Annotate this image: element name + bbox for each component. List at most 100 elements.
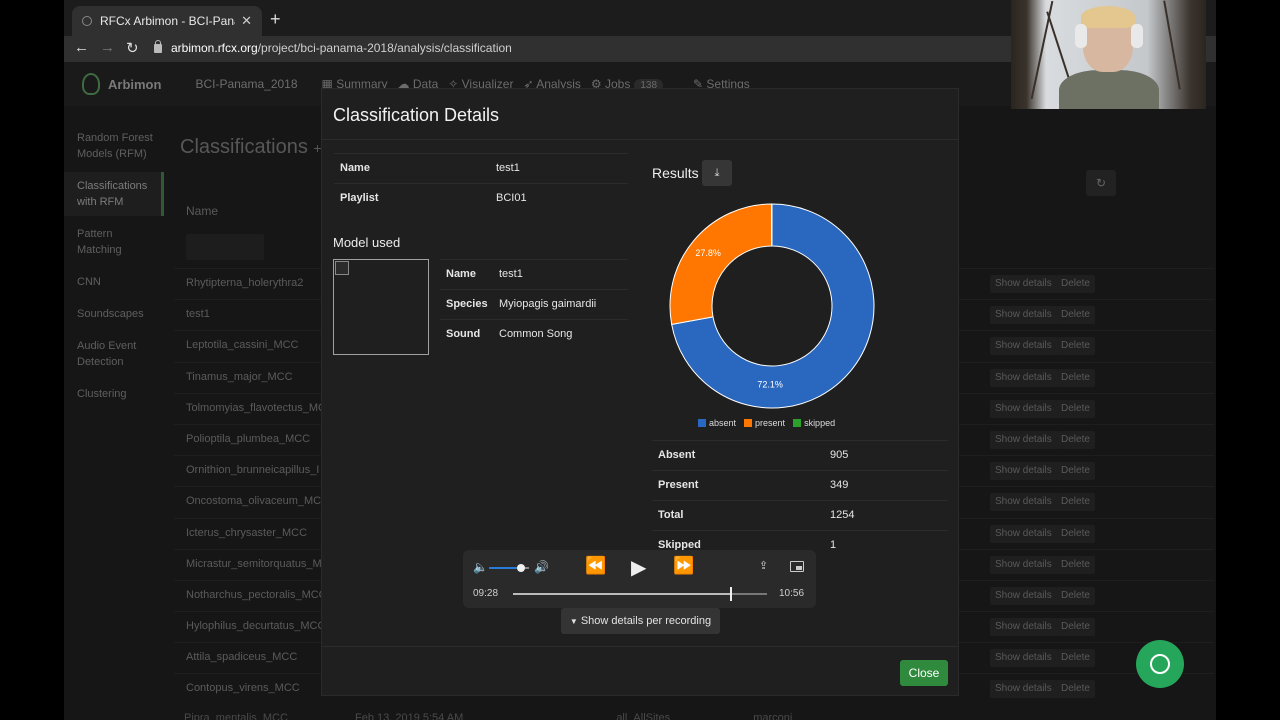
delete-button[interactable]: Delete	[1056, 555, 1095, 574]
fast-forward-icon[interactable]: ⏩	[673, 556, 694, 576]
refresh-icon: ↻	[1095, 176, 1107, 190]
delete-button[interactable]: Delete	[1056, 649, 1095, 668]
play-icon[interactable]: ▶	[631, 555, 646, 580]
download-results-button[interactable]: ⤓	[702, 160, 732, 186]
model-row-species: Species Myiopagis gaimardii	[440, 289, 628, 319]
legend-swatch	[698, 419, 706, 427]
lock-icon	[154, 39, 162, 53]
model-label: Species	[446, 298, 488, 310]
result-row-absent: Absent 905	[652, 440, 948, 470]
show-details-button[interactable]: Show details	[990, 680, 1057, 699]
delete-button[interactable]: Delete	[1056, 586, 1095, 605]
webcam-overlay	[1011, 0, 1206, 109]
seek-knob[interactable]	[730, 587, 733, 601]
show-details-button[interactable]: Show details	[990, 430, 1057, 449]
legend-swatch	[793, 419, 802, 427]
show-details-per-recording-button[interactable]: ▼ Show details per recording	[561, 608, 720, 634]
model-label: Sound	[446, 328, 481, 340]
result-row-present: Present 349	[652, 470, 948, 500]
show-details-button[interactable]: Show details	[990, 586, 1057, 605]
help-chat-button[interactable]	[1136, 640, 1184, 688]
row-name: Attila_spadiceus_MCC	[186, 651, 298, 664]
project-name[interactable]: BCI-Panama_2018	[195, 77, 297, 91]
reload-icon[interactable]: ↻	[126, 39, 139, 57]
show-details-button[interactable]: Show details	[990, 399, 1057, 418]
show-details-button[interactable]: Show details	[990, 649, 1057, 668]
legend-swatch	[744, 419, 753, 427]
close-button[interactable]: Close	[900, 660, 948, 686]
per-recording-label: Show details per recording	[580, 615, 712, 627]
delete-button[interactable]: Delete	[1056, 399, 1095, 418]
result-row-total: Total 1254	[652, 500, 948, 530]
model-value: Common Song	[499, 328, 573, 340]
refresh-button[interactable]: ↻	[1086, 170, 1116, 196]
sidebar-item-audio-event-detection[interactable]: Audio Event Detection	[64, 332, 164, 376]
sidebar-item-classifications[interactable]: Classifications with RFM	[64, 172, 164, 216]
delete-button[interactable]: Delete	[1056, 430, 1095, 449]
row-name: Polioptila_plumbea_MCC	[186, 432, 311, 445]
close-tab-icon[interactable]: ✕	[241, 13, 252, 29]
result-value: 349	[830, 479, 849, 491]
rewind-icon[interactable]: ⏪	[585, 556, 606, 576]
back-arrow-icon[interactable]: ←	[74, 39, 89, 56]
delete-button[interactable]: Delete	[1056, 493, 1095, 512]
sidebar-item-pattern-matching[interactable]: Pattern Matching	[64, 220, 164, 264]
webcam-person-hair	[1081, 6, 1135, 28]
show-details-button[interactable]: Show details	[990, 493, 1057, 512]
model-row-sound: Sound Common Song	[440, 319, 628, 349]
delete-button[interactable]: Delete	[1056, 618, 1095, 637]
delete-button[interactable]: Delete	[1056, 462, 1095, 481]
name-filter-input[interactable]	[186, 234, 264, 260]
donut-slice-skipped[interactable]	[770, 203, 773, 247]
show-details-button[interactable]: Show details	[990, 618, 1057, 637]
chat-bubble-icon	[1150, 654, 1170, 674]
model-used-heading: Model used	[333, 235, 401, 250]
legend-label: present	[755, 418, 786, 428]
column-header-name[interactable]: Name	[186, 204, 218, 218]
volume-knob[interactable]	[517, 564, 525, 572]
volume-low-icon[interactable]: 🔈	[473, 560, 488, 574]
legend-item-skipped[interactable]: skipped	[793, 418, 835, 428]
screen: RFCx Arbimon - BCI-Panama_2 ✕ + ← → ↻ ar…	[0, 0, 1280, 720]
row-name: Tinamus_major_MCC	[186, 370, 293, 383]
sidebar-item-cnn[interactable]: CNN	[64, 268, 164, 296]
row-name: Contopus_virens_MCC	[186, 682, 300, 695]
info-value: BCI01	[496, 192, 527, 204]
show-details-button[interactable]: Show details	[990, 368, 1057, 387]
delete-button[interactable]: Delete	[1056, 337, 1095, 356]
info-label: Name	[340, 162, 370, 174]
show-details-button[interactable]: Show details	[990, 524, 1057, 543]
sidebar-item-soundscapes[interactable]: Soundscapes	[64, 300, 164, 328]
show-details-button[interactable]: Show details	[990, 337, 1057, 356]
delete-button[interactable]: Delete	[1056, 306, 1095, 325]
sidebar-item-clustering[interactable]: Clustering	[64, 380, 164, 408]
donut-slice-present[interactable]	[669, 203, 773, 325]
legend-item-present[interactable]: present	[744, 418, 785, 428]
forward-arrow-icon[interactable]: →	[100, 39, 115, 56]
row-name: Hylophilus_decurtatus_MCC	[186, 620, 321, 633]
delete-button[interactable]: Delete	[1056, 368, 1095, 387]
show-details-button[interactable]: Show details	[990, 306, 1057, 325]
picture-in-picture-icon[interactable]	[790, 561, 804, 572]
delete-button[interactable]: Delete	[1056, 680, 1095, 699]
modal-title: Classification Details	[333, 105, 500, 125]
delete-button[interactable]: Delete	[1056, 524, 1095, 543]
volume-high-icon[interactable]: 🔊	[534, 560, 549, 574]
caret-down-icon: ▼	[569, 616, 578, 626]
address-bar[interactable]: arbimon.rfcx.org /project/bci-panama-201…	[154, 36, 512, 60]
new-tab-button[interactable]: +	[270, 9, 281, 30]
volume-slider[interactable]	[489, 564, 529, 572]
legend-item-absent[interactable]: absent	[698, 418, 736, 428]
share-icon[interactable]: ⇪	[759, 559, 768, 572]
show-details-button[interactable]: Show details	[990, 275, 1057, 293]
delete-button[interactable]: Delete	[1056, 275, 1095, 293]
modal-divider	[322, 139, 958, 140]
seek-bar[interactable]	[513, 587, 767, 601]
browser-tab[interactable]: RFCx Arbimon - BCI-Panama_2 ✕	[72, 6, 262, 36]
show-details-button[interactable]: Show details	[990, 462, 1057, 481]
url-path: /project/bci-panama-2018/analysis/classi…	[257, 41, 512, 55]
arbimon-logo-icon	[82, 73, 100, 95]
show-details-button[interactable]: Show details	[990, 555, 1057, 574]
chart-legend: absent present skipped	[698, 418, 843, 428]
sidebar-item-rfm[interactable]: Random Forest Models (RFM)	[64, 124, 164, 168]
